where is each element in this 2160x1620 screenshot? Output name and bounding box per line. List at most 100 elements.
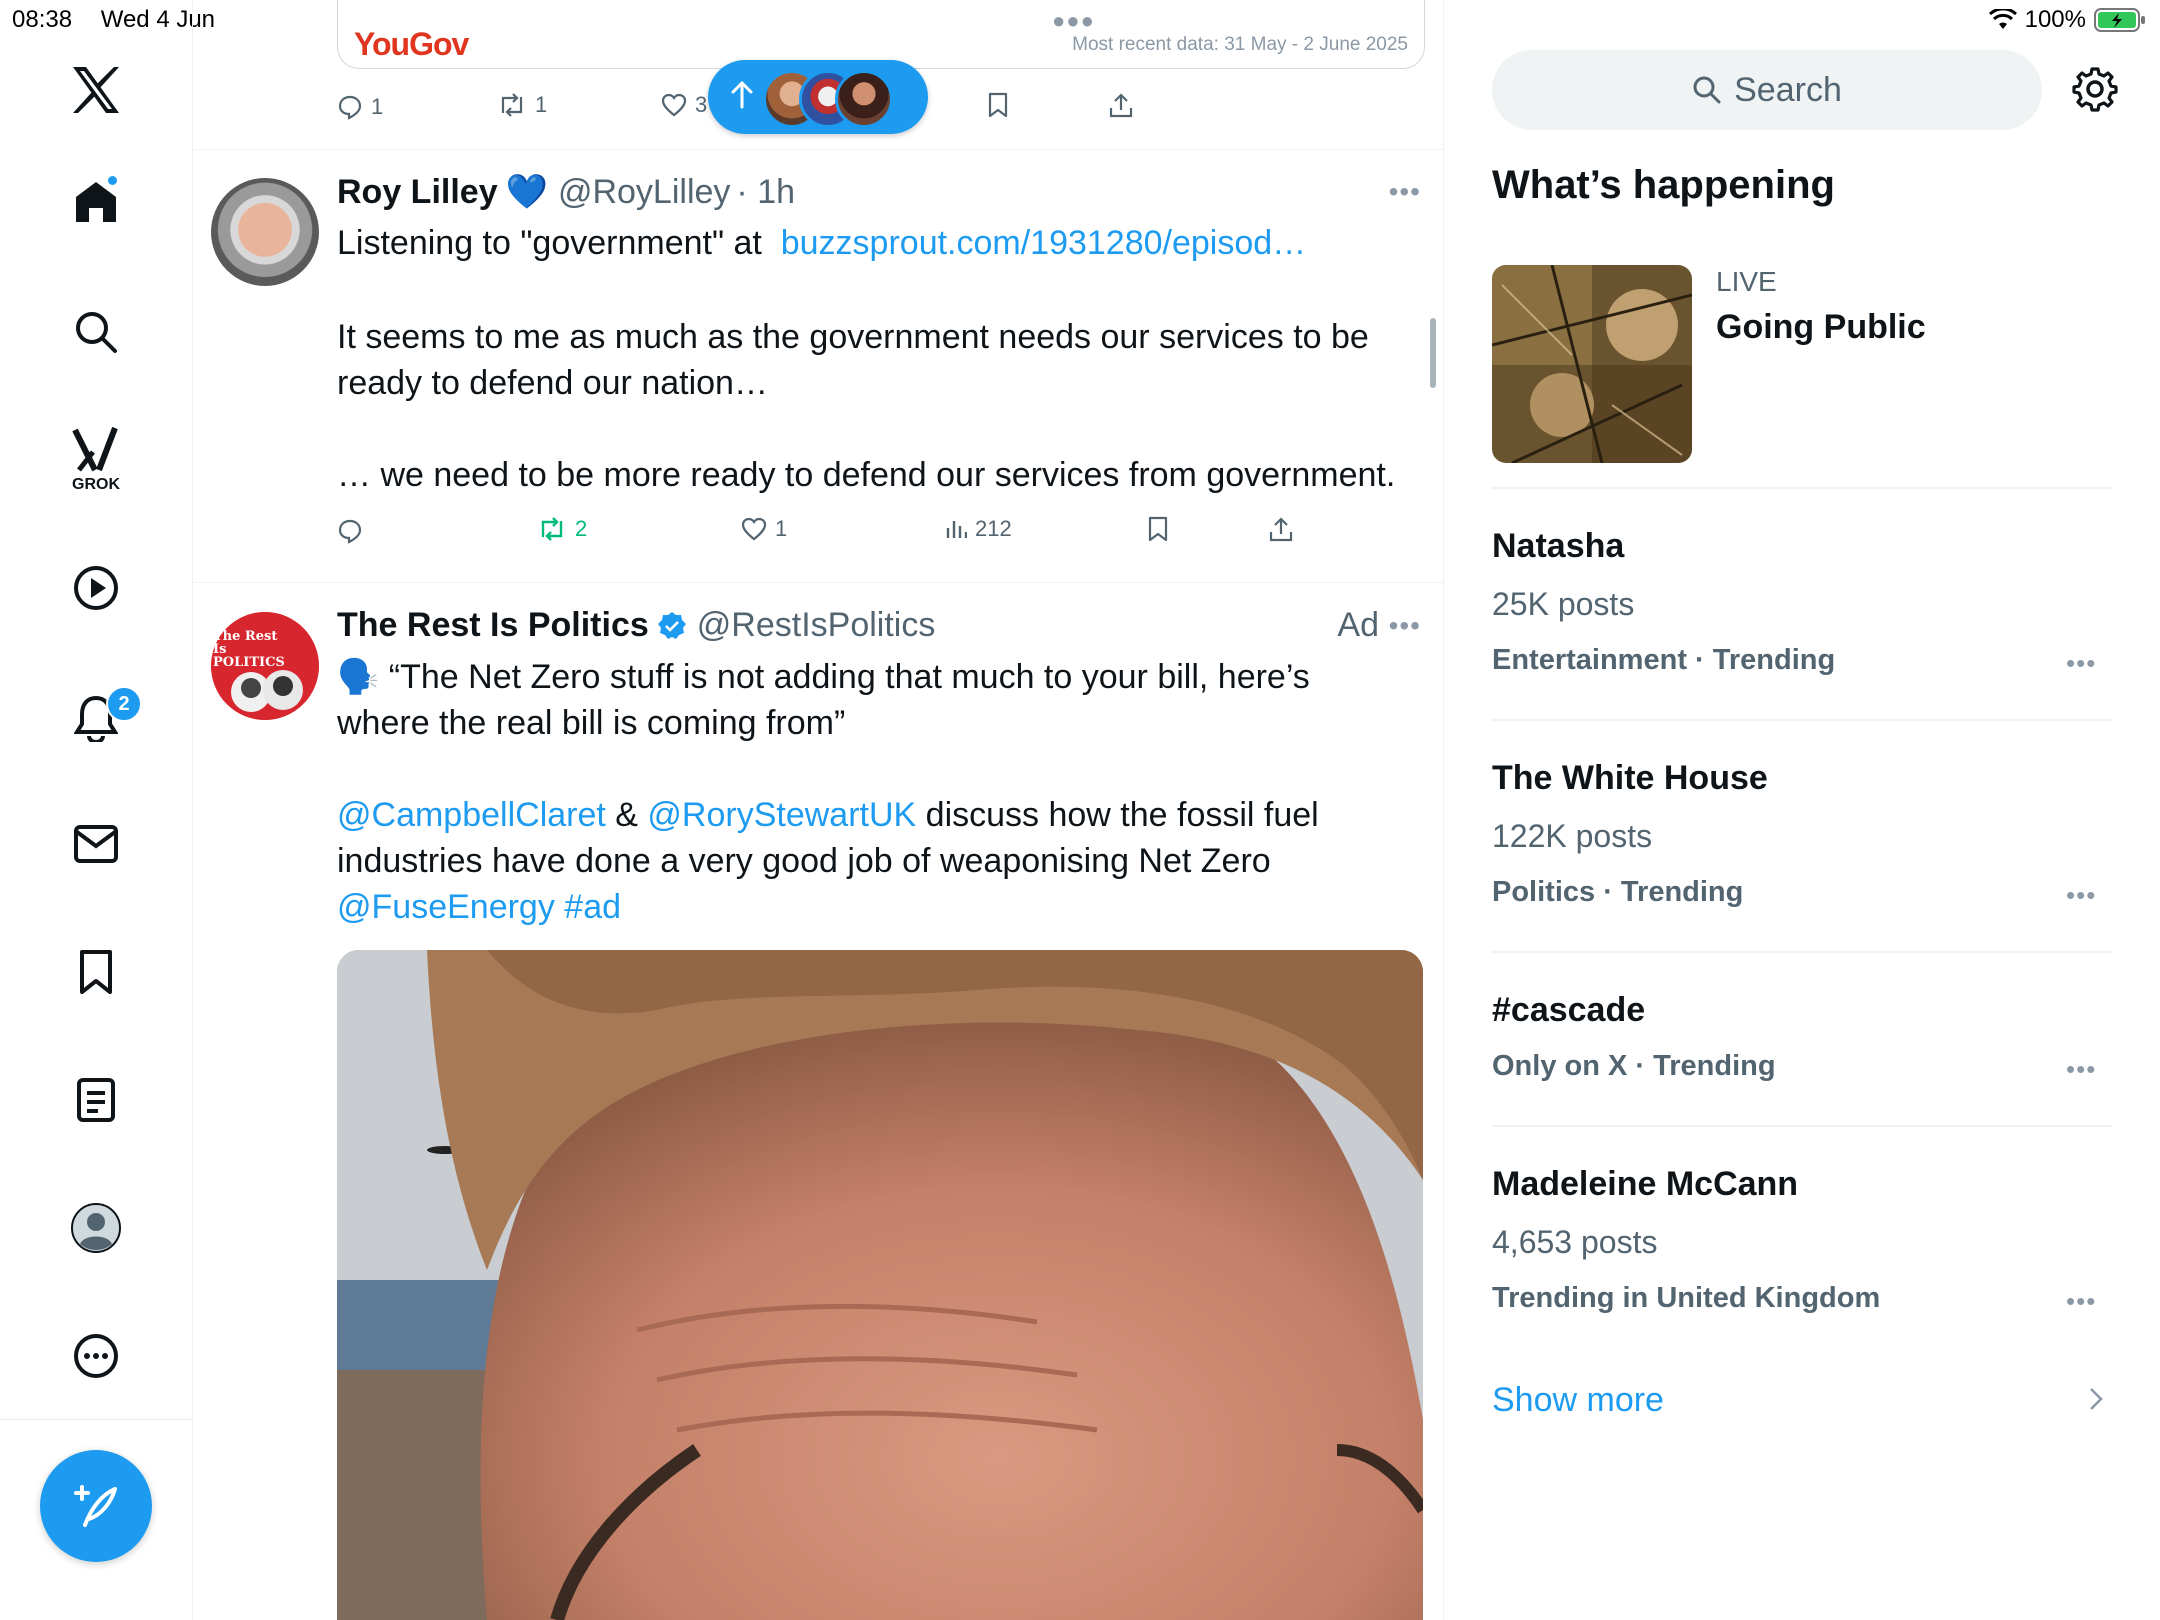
more-options-icon[interactable]: ••• <box>2066 1054 2096 1085</box>
repost-button[interactable]: 2 <box>537 516 587 542</box>
repost-icon <box>497 93 527 117</box>
trend-divider <box>1492 1125 2112 1127</box>
author-name[interactable]: Roy Lilley <box>337 173 498 212</box>
trend-meta: Entertainment · Trending <box>1492 644 1836 676</box>
verified-badge-icon <box>657 611 687 641</box>
trend-title[interactable]: Natasha <box>1492 527 1624 566</box>
home-unread-dot <box>108 176 117 185</box>
trend-meta: Trending in United Kingdom <box>1492 1282 1881 1314</box>
card-dots-icon: ●●● <box>1052 8 1095 33</box>
search-icon <box>1692 75 1722 105</box>
avatar-logo-text: The Rest Is POLITICS <box>213 629 285 670</box>
author-handle[interactable]: @RestIsPolitics <box>697 606 936 645</box>
live-title[interactable]: Going Public <box>1716 308 1926 347</box>
trend-posts: 25K posts <box>1492 586 1635 622</box>
tweet-link[interactable]: buzzsprout.com/1931280/episod… <box>781 224 1306 262</box>
views-count: 212 <box>975 516 1012 541</box>
gear-icon[interactable] <box>2072 66 2118 112</box>
tweet-header: Roy Lilley 💙 @RoyLilley · 1h <box>337 172 795 212</box>
reply-button[interactable]: 1 <box>337 94 383 120</box>
ad-label: Ad <box>1337 606 1379 644</box>
avatar[interactable] <box>211 178 319 286</box>
grok-icon[interactable]: GROK <box>66 422 126 498</box>
tweet-divider <box>193 582 1443 583</box>
more-options-icon[interactable]: ••• <box>2066 1286 2096 1317</box>
section-title: What’s happening <box>1492 163 1835 207</box>
x-logo-icon[interactable] <box>66 60 126 120</box>
repost-icon <box>537 517 567 541</box>
bookmarks-icon[interactable] <box>66 942 126 1002</box>
arrow-up-icon <box>730 80 754 110</box>
more-options-icon[interactable]: ••• <box>2066 880 2096 911</box>
home-icon[interactable] <box>66 172 126 232</box>
chevron-right-icon <box>2088 1386 2104 1412</box>
notifications-badge: 2 <box>106 686 142 722</box>
pill-avatar <box>835 70 893 128</box>
trend-meta: Only on X · Trending <box>1492 1050 1776 1082</box>
hashtag-link[interactable]: #ad <box>564 888 621 926</box>
share-button[interactable] <box>1269 516 1293 542</box>
more-options-icon[interactable]: ••• <box>1389 176 1421 208</box>
more-options-icon[interactable]: ••• <box>2066 648 2096 679</box>
search-input[interactable]: Search <box>1492 50 2042 130</box>
repost-count: 2 <box>575 516 588 541</box>
mention-link[interactable]: @FuseEnergy <box>337 888 555 926</box>
search-icon[interactable] <box>66 302 126 362</box>
trend-posts: 122K posts <box>1492 818 1653 854</box>
tweet-divider <box>193 149 1443 150</box>
tweet-body: @CampbellClaret & @RoryStewartUK discuss… <box>337 792 1347 884</box>
compose-post-button[interactable] <box>40 1450 152 1562</box>
reply-count: 1 <box>371 94 384 119</box>
mention-link[interactable]: @RoryStewartUK <box>647 796 916 834</box>
like-button[interactable]: 1 <box>741 516 787 542</box>
share-button[interactable] <box>1109 92 1133 118</box>
left-nav: GROK 2 <box>0 0 193 1620</box>
tweet-text-prefix: Listening to "government" at <box>337 224 781 262</box>
trend-divider <box>1492 487 2112 489</box>
heart-icon <box>741 517 767 541</box>
yougov-card[interactable]: YouGov ●●● Most recent data: 31 May - 2 … <box>337 0 1425 69</box>
tweet-text-amp: & <box>605 796 648 834</box>
share-icon <box>1109 92 1133 118</box>
author-name[interactable]: The Rest Is Politics <box>337 606 649 645</box>
mention-link[interactable]: @CampbellClaret <box>337 796 606 834</box>
live-event-image[interactable] <box>1492 265 1692 463</box>
timeline-scrollbar[interactable] <box>1430 318 1436 388</box>
bookmark-button[interactable] <box>987 92 1009 118</box>
bookmark-button[interactable] <box>1147 516 1169 542</box>
like-button[interactable]: 3 <box>661 92 707 118</box>
compose-post-icon <box>71 1481 121 1531</box>
show-more-link[interactable]: Show more <box>1492 1381 1664 1420</box>
trend-posts: 4,653 posts <box>1492 1224 1658 1260</box>
author-handle[interactable]: @RoyLilley <box>558 173 730 212</box>
right-sidebar: Search What’s happening LIVE Going Publi… <box>1444 0 2160 1620</box>
like-count: 1 <box>775 516 788 541</box>
more-options-icon[interactable]: ••• <box>1389 610 1421 642</box>
trend-title[interactable]: Madeleine McCann <box>1492 1165 1798 1204</box>
bookmark-icon <box>1147 516 1169 542</box>
grok-label: GROK <box>72 476 120 493</box>
new-posts-pill[interactable] <box>708 60 928 134</box>
tweet-header: The Rest Is Politics @RestIsPolitics <box>337 606 935 645</box>
profile-icon[interactable] <box>66 1198 126 1258</box>
trend-title[interactable]: The White House <box>1492 759 1768 798</box>
tweet-text: Listening to "government" at buzzsprout.… <box>337 220 1407 266</box>
repost-count: 1 <box>535 92 548 117</box>
more-icon[interactable] <box>66 1326 126 1386</box>
trend-title[interactable]: #cascade <box>1492 991 1645 1030</box>
like-count: 3 <box>695 92 708 117</box>
repost-button[interactable]: 1 <box>497 92 547 118</box>
post-time: · 1h <box>736 172 796 211</box>
blue-heart-emoji: 💙 <box>505 173 548 211</box>
lists-icon[interactable] <box>66 1070 126 1130</box>
tweet-media-video[interactable] <box>337 950 1423 1620</box>
reply-button[interactable] <box>337 518 363 544</box>
nav-separator <box>0 1419 192 1420</box>
reply-icon <box>337 94 363 120</box>
views-button[interactable]: 212 <box>945 516 1012 542</box>
messages-icon[interactable] <box>66 814 126 874</box>
video-icon[interactable] <box>66 558 126 618</box>
trend-divider <box>1492 951 2112 953</box>
timeline: YouGov ●●● Most recent data: 31 May - 2 … <box>193 0 1444 1620</box>
share-icon <box>1269 516 1293 542</box>
